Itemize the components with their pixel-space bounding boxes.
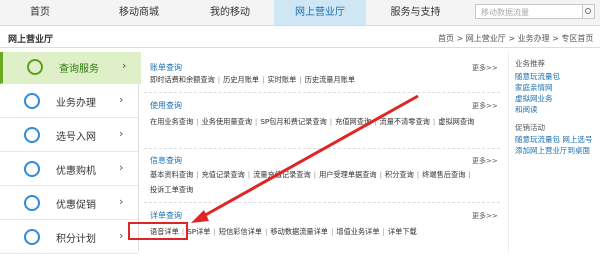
recommend-title: 业务推荐 (515, 59, 545, 68)
right-panel: 业务推荐 随意玩流量包 家庭亲情网 虚拟网业务 和阅读 促销活动 随意玩流量包 … (508, 52, 600, 252)
promo-link[interactable]: 添加网上营业厅到桌面 (515, 145, 590, 156)
promo-title: 促销活动 (515, 123, 545, 132)
promo-link[interactable]: 随意玩流量包 网上选号 (515, 134, 592, 145)
recommend-link[interactable]: 和阅读 (515, 104, 538, 115)
recommend-link[interactable]: 虚拟网业务 (515, 93, 553, 104)
recommend-link[interactable]: 随意玩流量包 (515, 71, 560, 82)
recommend-link[interactable]: 家庭亲情网 (515, 82, 553, 93)
